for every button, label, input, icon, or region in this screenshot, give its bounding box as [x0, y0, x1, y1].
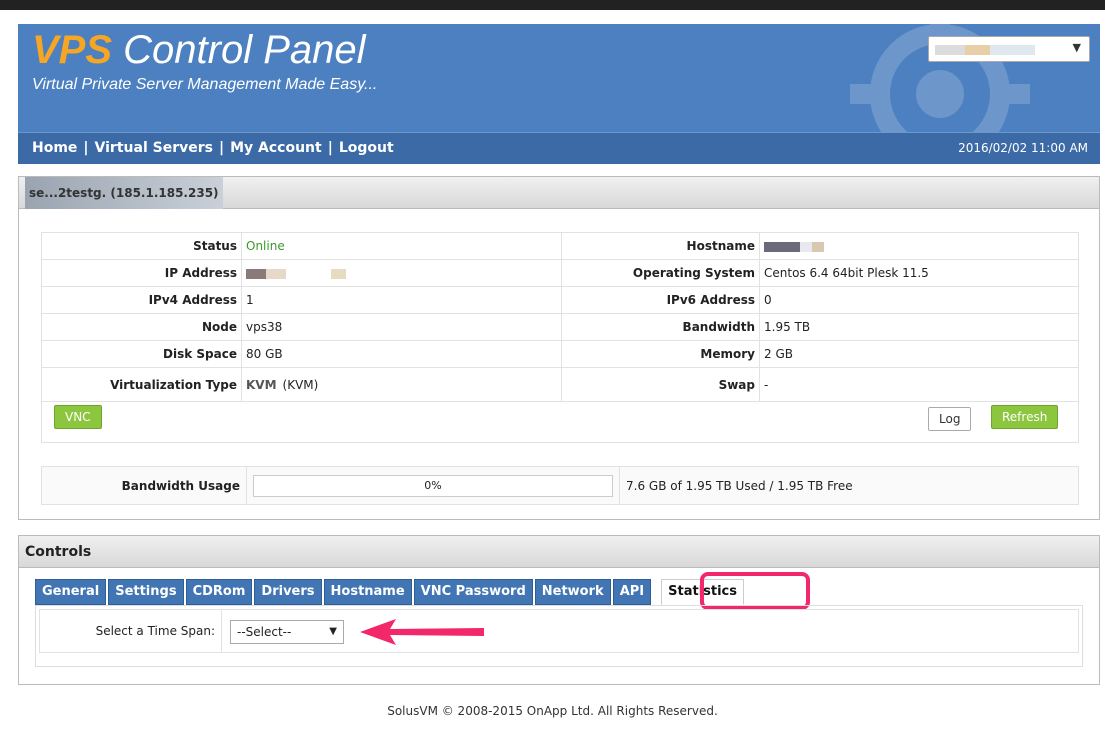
app-logo: VPS Control Panel	[32, 28, 366, 72]
server-panel: se...2testg. (185.1.185.235) Status Onli…	[18, 176, 1100, 520]
ipv4-value: 1	[241, 286, 562, 314]
tab-cdrom[interactable]: CDRom	[185, 579, 253, 605]
os-label: Operating System	[561, 259, 760, 287]
log-button[interactable]: Log	[928, 407, 972, 431]
ipv6-value: 0	[759, 286, 1079, 314]
controls-tabs: General Settings CDRom Drivers Hostname VNC P…	[35, 579, 746, 605]
tab-general[interactable]: General	[35, 579, 107, 605]
vnc-button[interactable]: VNC	[54, 405, 102, 429]
controls-panel: Controls General Settings CDRom Drivers Host…	[18, 535, 1100, 685]
os-value: Centos 6.4 64bit Plesk 11.5	[759, 259, 1079, 287]
ipv6-label: IPv6 Address	[561, 286, 760, 314]
node-value: vps38	[241, 313, 562, 341]
nav-home[interactable]: Home	[32, 140, 77, 156]
tab-settings[interactable]: Settings	[108, 579, 184, 605]
refresh-button[interactable]: Refresh	[991, 405, 1059, 429]
bandwidth-usage-bar: 0%	[253, 474, 613, 497]
nav-separator: |	[218, 140, 225, 156]
hostname-value	[759, 232, 1079, 260]
time-span-row: Select a Time Span: --Select-- ▼	[39, 609, 1079, 653]
nav-separator: |	[83, 140, 89, 156]
nav-datetime: 2016/02/02 11:00 AM	[958, 141, 1088, 155]
server-actions: VNC Log Refresh	[41, 393, 1079, 443]
kvm-logo-icon: KVM	[246, 377, 277, 392]
server-panel-header: se...2testg. (185.1.185.235)	[19, 177, 1099, 209]
server-select[interactable]: ▼	[928, 36, 1090, 62]
bandwidth-label: Bandwidth	[561, 313, 760, 341]
node-label: Node	[41, 313, 242, 341]
chevron-down-icon: ▼	[329, 626, 337, 637]
status-value: Online	[241, 232, 562, 260]
server-info-table: Status Online Hostname IP Address Operat…	[41, 232, 1079, 402]
nav-logout[interactable]: Logout	[339, 140, 394, 156]
bandwidth-value: 1.95 TB	[759, 313, 1079, 341]
tab-hostname[interactable]: Hostname	[323, 579, 412, 605]
ipv4-label: IPv4 Address	[41, 286, 242, 314]
header-banner: VPS Control Panel Virtual Private Server…	[18, 24, 1100, 132]
tab-drivers[interactable]: Drivers	[254, 579, 322, 605]
server-select-value	[935, 45, 1035, 55]
tab-network[interactable]: Network	[534, 579, 611, 605]
hostname-label: Hostname	[561, 232, 760, 260]
chevron-down-icon: ▼	[1072, 41, 1081, 54]
arrow-icon	[360, 619, 484, 645]
time-span-select[interactable]: --Select-- ▼	[230, 620, 344, 644]
nav-virtual-servers[interactable]: Virtual Servers	[95, 140, 213, 156]
memory-label: Memory	[561, 340, 760, 368]
ip-address-label: IP Address	[41, 259, 242, 287]
controls-header: Controls	[19, 536, 1099, 568]
ip-address-value	[241, 259, 562, 287]
disk-space-label: Disk Space	[41, 340, 242, 368]
server-title: se...2testg. (185.1.185.235)	[25, 177, 223, 209]
bandwidth-usage-label: Bandwidth Usage	[41, 466, 247, 505]
tab-api[interactable]: API	[612, 579, 652, 605]
app-tagline: Virtual Private Server Management Made E…	[32, 76, 378, 93]
disk-space-value: 80 GB	[241, 340, 562, 368]
bandwidth-usage-table: Bandwidth Usage 0% 7.6 GB of 1.95 TB Use…	[41, 466, 1079, 505]
main-nav: Home | Virtual Servers | My Account | Logout 2…	[18, 132, 1100, 164]
top-border	[0, 0, 1105, 10]
footer-copyright: SolusVM © 2008-2015 OnApp Ltd. All Right…	[387, 704, 718, 718]
time-span-label: Select a Time Span:	[42, 610, 222, 652]
nav-my-account[interactable]: My Account	[230, 140, 322, 156]
nav-separator: |	[327, 140, 333, 156]
status-label: Status	[41, 232, 242, 260]
statistics-tab-content: Select a Time Span: --Select-- ▼	[35, 605, 1083, 667]
memory-value: 2 GB	[759, 340, 1079, 368]
tab-vnc-password[interactable]: VNC Password	[413, 579, 533, 605]
bandwidth-usage-summary: 7.6 GB of 1.95 TB Used / 1.95 TB Free	[619, 466, 1079, 505]
